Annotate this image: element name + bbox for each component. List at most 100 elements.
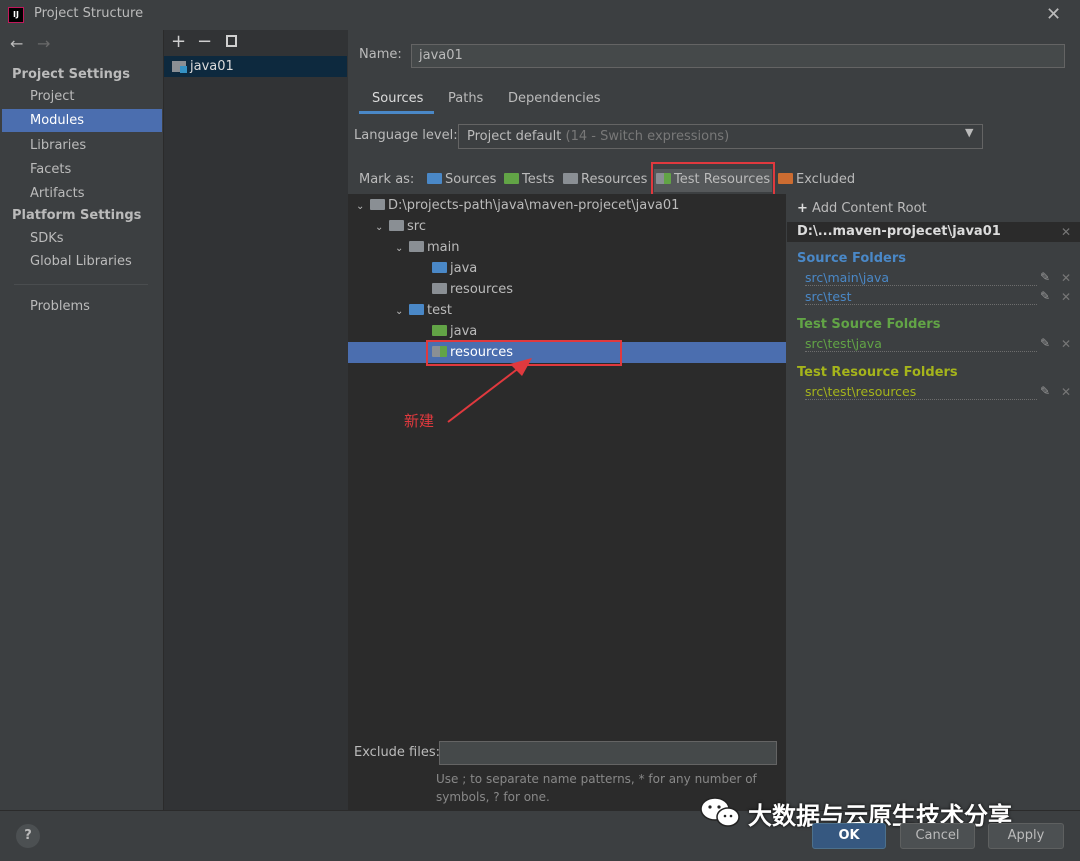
- sidebar-item-sdks[interactable]: SDKs: [2, 227, 162, 250]
- tree-node-label: java: [450, 261, 478, 276]
- back-arrow-icon[interactable]: ←: [10, 34, 23, 53]
- sidebar-item-modules[interactable]: Modules: [2, 109, 162, 132]
- sidebar-divider: [14, 284, 148, 285]
- exclude-files-input[interactable]: [439, 741, 777, 765]
- edit-pencil-icon[interactable]: ✎: [1040, 384, 1050, 398]
- mark-resources-button[interactable]: Resources: [563, 172, 647, 187]
- sidebar-item-libraries[interactable]: Libraries: [2, 134, 162, 157]
- forward-arrow-icon[interactable]: →: [37, 34, 50, 53]
- language-level-select[interactable]: Project default (14 - Switch expressions…: [458, 124, 983, 149]
- highlight-box-test-resources: [651, 162, 775, 198]
- tree-node-label: test: [427, 303, 452, 318]
- active-tab-indicator: [359, 111, 434, 114]
- mark-sources-button[interactable]: Sources: [427, 172, 496, 187]
- sidebar-item-artifacts[interactable]: Artifacts: [2, 182, 162, 205]
- tree-node-label: java: [450, 324, 478, 339]
- folder-icon: [370, 199, 385, 210]
- test-source-folders-heading: Test Source Folders: [797, 317, 941, 332]
- add-content-root-label: Add Content Root: [812, 201, 927, 216]
- remove-folder-icon[interactable]: ✕: [1061, 385, 1071, 399]
- add-module-icon[interactable]: +: [171, 31, 186, 52]
- help-button[interactable]: ?: [16, 824, 40, 848]
- tree-node-label: src: [407, 219, 426, 234]
- remove-folder-icon[interactable]: ✕: [1061, 337, 1071, 351]
- chevron-down-icon[interactable]: ⌄: [375, 217, 389, 238]
- tab-sources[interactable]: Sources: [372, 91, 423, 106]
- tree-node-label: resources: [450, 282, 514, 297]
- language-level-label: Language level:: [354, 128, 458, 143]
- content-root-path: D:\...maven-projecet\java01: [797, 224, 1001, 239]
- annotation-label: 新建: [404, 412, 435, 430]
- remove-folder-icon[interactable]: ✕: [1061, 290, 1071, 304]
- tree-node-main-resources[interactable]: resources: [432, 279, 513, 300]
- mark-resources-label: Resources: [581, 172, 648, 187]
- tests-folder-icon: [432, 325, 447, 336]
- module-label: java01: [190, 59, 234, 74]
- tree-node-main-java[interactable]: java: [432, 258, 477, 279]
- edit-pencil-icon[interactable]: ✎: [1040, 289, 1050, 303]
- ok-button[interactable]: OK: [812, 823, 886, 849]
- chevron-down-icon[interactable]: ⌄: [356, 196, 370, 217]
- excluded-folder-icon: [778, 173, 793, 184]
- folder-icon: [432, 283, 447, 294]
- mark-sources-label: Sources: [445, 172, 497, 187]
- edit-pencil-icon[interactable]: ✎: [1040, 336, 1050, 350]
- test-source-folder-item: src\test\java: [805, 336, 1037, 352]
- tests-folder-icon: [504, 173, 519, 184]
- mark-excluded-button[interactable]: Excluded: [778, 172, 855, 187]
- chevron-down-icon[interactable]: ⌄: [395, 301, 409, 322]
- tab-paths[interactable]: Paths: [448, 91, 483, 106]
- content-root-tree: [348, 194, 786, 810]
- module-badge-icon: [180, 66, 187, 73]
- sidebar-item-project[interactable]: Project: [2, 85, 162, 108]
- language-level-value: Project default: [467, 129, 562, 144]
- tree-node-test[interactable]: ⌄ test: [395, 300, 452, 321]
- source-folders-heading: Source Folders: [797, 251, 907, 266]
- mark-as-label: Mark as:: [359, 172, 415, 187]
- intellij-logo-icon: IJ: [8, 7, 24, 23]
- sources-folder-icon: [409, 304, 424, 315]
- chevron-down-icon[interactable]: ▼: [965, 126, 973, 139]
- edit-pencil-icon[interactable]: ✎: [1040, 270, 1050, 284]
- module-list-panel: [163, 30, 348, 810]
- mark-tests-button[interactable]: Tests: [504, 172, 554, 187]
- remove-module-icon[interactable]: −: [197, 31, 212, 52]
- sidebar-item-problems[interactable]: Problems: [2, 295, 162, 318]
- test-resource-folders-heading: Test Resource Folders: [797, 365, 958, 380]
- sources-folder-icon: [427, 173, 442, 184]
- source-folder-item: src\test: [805, 289, 1037, 305]
- language-level-hint: (14 - Switch expressions): [565, 129, 730, 144]
- tree-node-root[interactable]: ⌄ D:\projects-path\java\maven-projecet\ja…: [356, 195, 679, 216]
- mark-excluded-label: Excluded: [796, 172, 856, 187]
- copy-module-icon[interactable]: [226, 35, 237, 47]
- apply-button[interactable]: Apply: [988, 823, 1064, 849]
- name-label: Name:: [359, 47, 402, 62]
- sidebar-item-global-libraries[interactable]: Global Libraries: [2, 250, 162, 273]
- tree-node-label: main: [427, 240, 460, 255]
- close-icon[interactable]: ✕: [1046, 4, 1061, 25]
- module-name-input[interactable]: java01: [411, 44, 1065, 68]
- folder-icon: [409, 241, 424, 252]
- source-folder-item: src\main\java: [805, 270, 1037, 286]
- tab-dependencies[interactable]: Dependencies: [508, 91, 601, 106]
- add-content-root-button[interactable]: + Add Content Root: [797, 201, 927, 216]
- remove-root-icon[interactable]: ✕: [1061, 225, 1071, 239]
- remove-folder-icon[interactable]: ✕: [1061, 271, 1071, 285]
- exclude-files-label: Exclude files:: [354, 745, 441, 760]
- tree-node-main[interactable]: ⌄ main: [395, 237, 459, 258]
- tree-node-src[interactable]: ⌄ src: [375, 216, 426, 237]
- tree-node-test-java[interactable]: java: [432, 321, 477, 342]
- wechat-logo-icon: [700, 797, 740, 827]
- sidebar-item-facets[interactable]: Facets: [2, 158, 162, 181]
- sources-folder-icon: [432, 262, 447, 273]
- platform-settings-heading: Platform Settings: [12, 208, 142, 223]
- annotation-arrow: [447, 358, 532, 423]
- cancel-button[interactable]: Cancel: [900, 823, 975, 849]
- tree-node-label: D:\projects-path\java\maven-projecet\jav…: [388, 198, 680, 213]
- test-resource-folder-item: src\test\resources: [805, 384, 1037, 400]
- title-bar: [0, 0, 1080, 30]
- mark-tests-label: Tests: [522, 172, 555, 187]
- folder-icon: [389, 220, 404, 231]
- plus-icon: +: [797, 201, 808, 216]
- chevron-down-icon[interactable]: ⌄: [395, 238, 409, 259]
